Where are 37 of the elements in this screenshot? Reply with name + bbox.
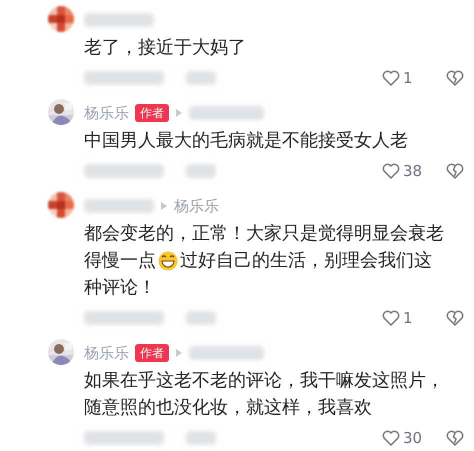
author-badge: 作者 <box>135 344 169 362</box>
redacted-text <box>186 164 216 178</box>
redacted-text <box>186 71 216 85</box>
pixelated-avatar[interactable] <box>48 192 74 218</box>
reply-arrow-icon <box>175 348 183 358</box>
comment-text: 种评论！ <box>84 276 156 300</box>
like-count: 1 <box>403 308 413 329</box>
reply-to-name[interactable]: 杨乐乐 <box>174 194 219 218</box>
reply-arrow-icon <box>175 108 183 118</box>
heart-icon[interactable] <box>382 70 400 86</box>
heart-icon[interactable] <box>382 310 400 326</box>
broken-heart-icon[interactable] <box>446 163 464 179</box>
grin-emoji-icon <box>158 250 178 270</box>
comment-text: 中国男人最大的毛病就是不能接受女人老 <box>84 129 408 153</box>
heart-icon[interactable] <box>382 163 400 179</box>
username[interactable]: 杨乐乐 <box>84 102 129 124</box>
comment-text: 得慢一点 <box>84 249 156 273</box>
redacted-text <box>84 199 154 213</box>
reply-arrow-icon <box>160 201 168 211</box>
redacted-text <box>186 311 216 325</box>
like-count: 1 <box>403 68 413 89</box>
comment-text: 过好自己的生活，别理会我们这 <box>180 249 432 273</box>
username[interactable]: 杨乐乐 <box>84 342 129 364</box>
comment-text: 老了，接近于大妈了 <box>84 36 246 60</box>
like-count: 38 <box>403 160 422 182</box>
like-count: 30 <box>403 428 422 449</box>
heart-icon[interactable] <box>382 430 400 446</box>
redacted-text <box>186 431 216 445</box>
broken-heart-icon[interactable] <box>446 70 464 86</box>
comment-text: 如果在乎这老不老的评论，我干嘛发这照片， <box>84 369 444 393</box>
pixelated-avatar[interactable] <box>48 6 74 32</box>
broken-heart-icon[interactable] <box>446 430 464 446</box>
comment-text: 都会变老的，正常！大家只是觉得明显会衰老 <box>84 222 444 246</box>
redacted-text <box>84 13 154 27</box>
broken-heart-icon[interactable] <box>446 310 464 326</box>
comment-text: 随意照的也没化妆，就这样，我喜欢 <box>84 396 372 420</box>
author-badge: 作者 <box>135 104 169 122</box>
